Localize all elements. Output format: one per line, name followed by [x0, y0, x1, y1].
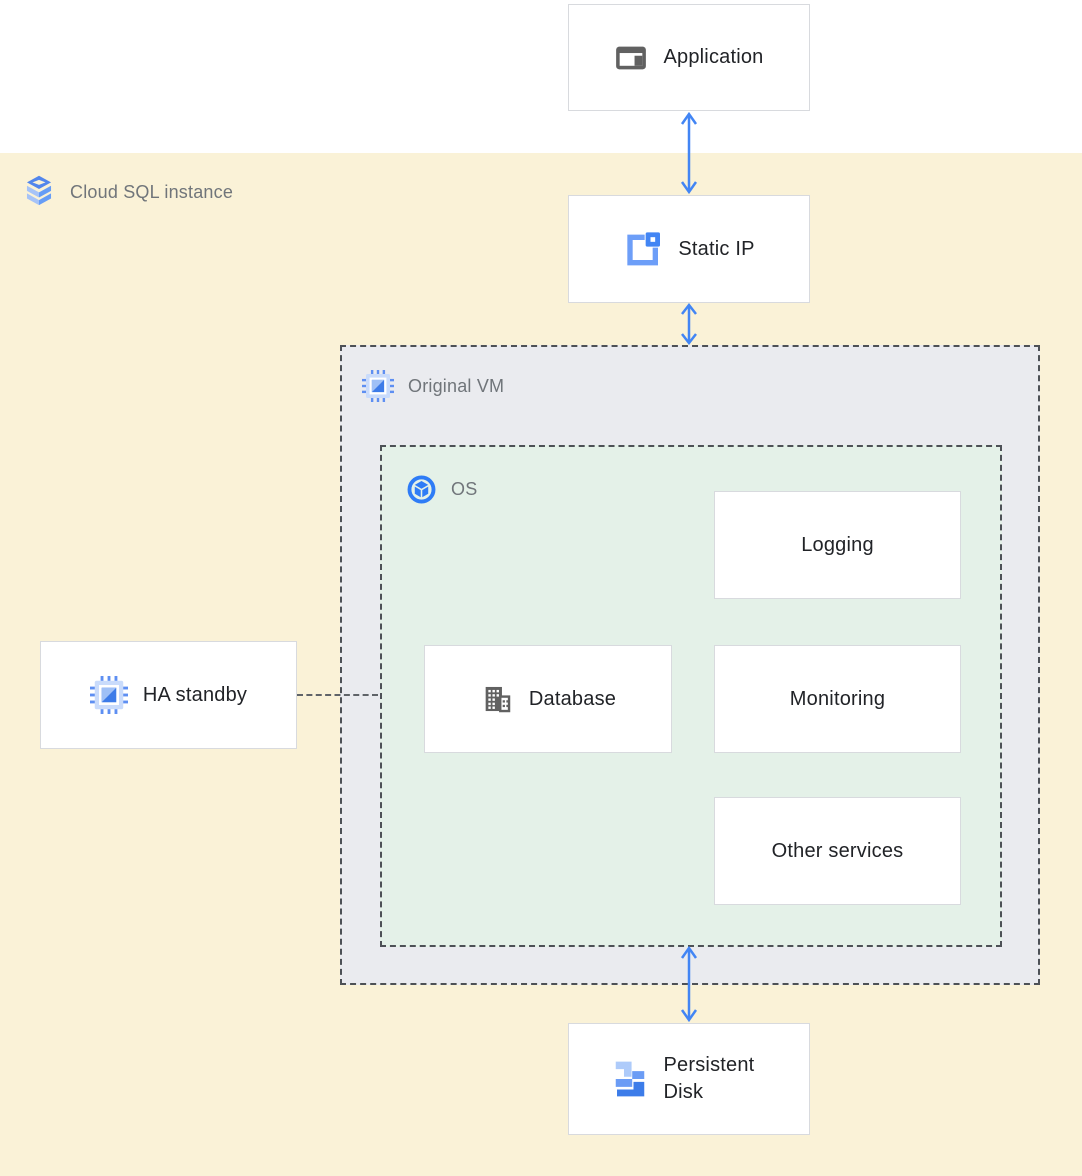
connector-ha-standby-vm: [297, 694, 378, 696]
os-zone-title: OS: [451, 479, 477, 500]
cloud-sql-icon: [22, 175, 56, 209]
node-monitoring: Monitoring: [714, 645, 961, 753]
monitoring-label: Monitoring: [790, 688, 885, 711]
logging-label: Logging: [801, 534, 874, 557]
static-ip-icon: [623, 229, 663, 269]
cloud-sql-zone-label: Cloud SQL instance: [22, 175, 233, 209]
original-vm-zone-title: Original VM: [408, 376, 504, 397]
node-logging: Logging: [714, 491, 961, 599]
cloud-sql-zone-title: Cloud SQL instance: [70, 182, 233, 203]
database-icon: [480, 682, 514, 716]
original-vm-zone-label: Original VM: [362, 370, 504, 402]
compute-engine-icon: [90, 676, 128, 714]
node-static-ip: Static IP: [568, 195, 810, 303]
os-zone-label: OS: [406, 474, 477, 505]
compute-engine-icon: [362, 370, 394, 402]
database-label: Database: [529, 688, 616, 711]
application-label: Application: [663, 46, 763, 69]
os-icon: [406, 474, 437, 505]
application-icon: [614, 41, 648, 75]
arrow-static-ip-vm: [677, 303, 701, 345]
persistent-disk-label: Persistent Disk: [664, 1052, 768, 1106]
node-application: Application: [568, 4, 810, 111]
original-vm-zone: Original VM OS: [340, 345, 1040, 985]
ha-standby-label: HA standby: [143, 684, 247, 707]
os-zone: OS Logging: [380, 445, 1002, 947]
arrow-application-static-ip: [677, 111, 701, 195]
arrow-os-persistent-disk: [677, 945, 701, 1023]
diagram-canvas: Cloud SQL instance: [0, 0, 1082, 1176]
static-ip-label: Static IP: [678, 238, 754, 261]
node-database: Database: [424, 645, 672, 753]
persistent-disk-icon: [611, 1060, 649, 1098]
node-ha-standby: HA standby: [40, 641, 297, 749]
node-persistent-disk: Persistent Disk: [568, 1023, 810, 1135]
other-services-label: Other services: [772, 840, 904, 863]
node-other-services: Other services: [714, 797, 961, 905]
